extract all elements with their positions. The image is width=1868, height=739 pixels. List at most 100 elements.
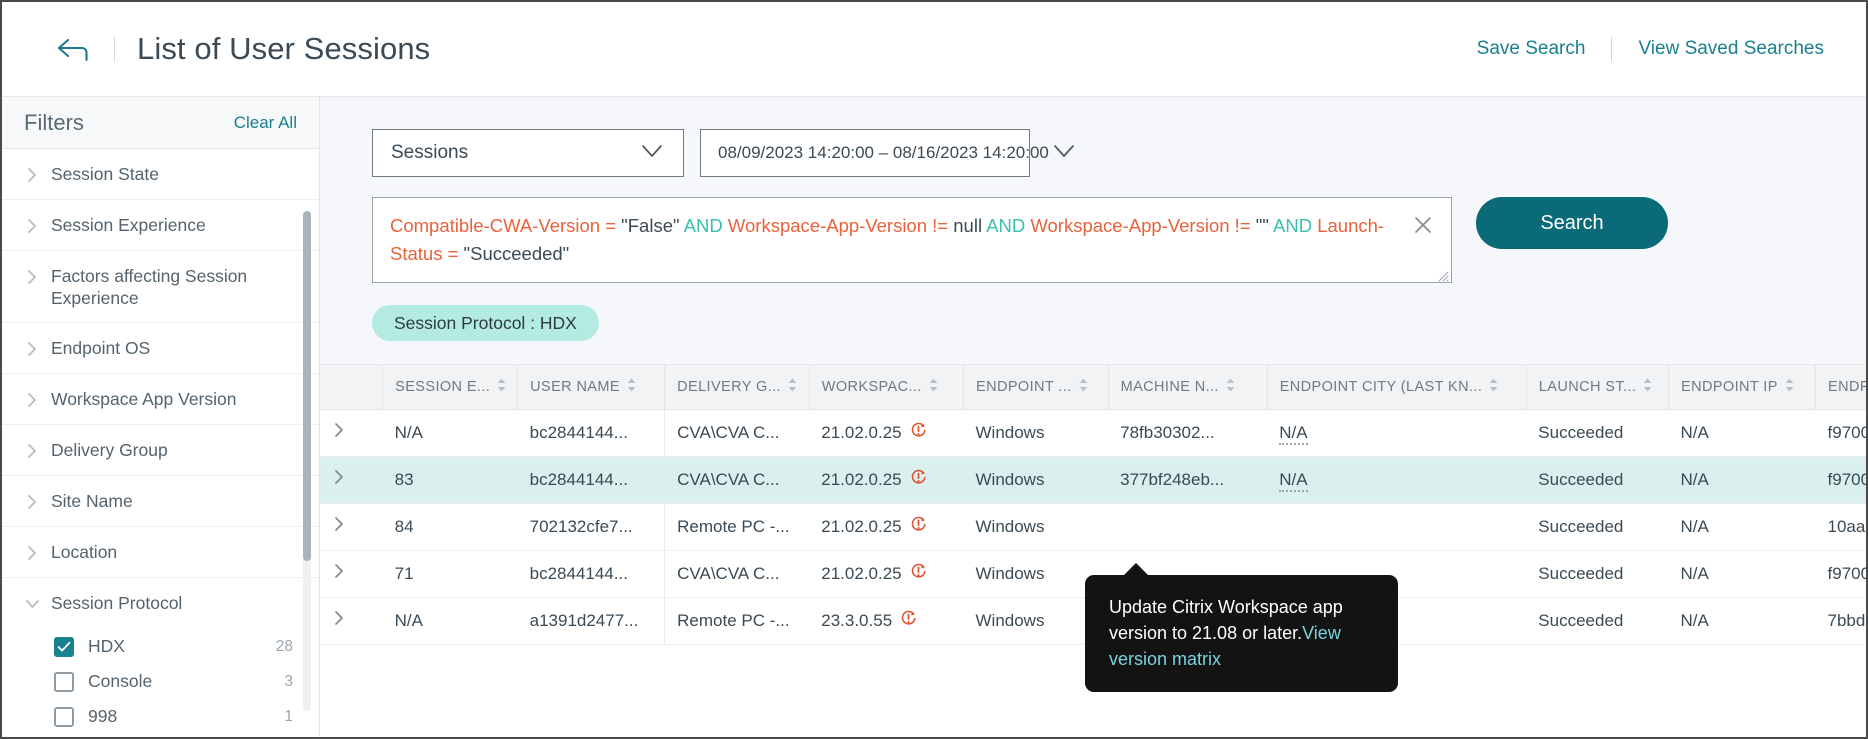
cell-launch-status: Succeeded bbox=[1526, 456, 1669, 504]
column-header-workspace-app-version[interactable]: WORKSPAC... bbox=[809, 365, 965, 410]
filter-option-count: 3 bbox=[284, 672, 293, 690]
entity-select[interactable]: Sessions bbox=[372, 129, 684, 177]
row-expand-cell[interactable] bbox=[320, 550, 383, 598]
column-header-endpoint-city[interactable]: ENDPOINT CITY (LAST KN... bbox=[1267, 365, 1527, 410]
filter-option-998[interactable]: 998 1 bbox=[2, 699, 319, 734]
column-header-select[interactable] bbox=[320, 365, 384, 410]
checkbox-icon[interactable] bbox=[54, 706, 74, 727]
row-expand-cell[interactable] bbox=[320, 597, 383, 645]
cell-machine-name[interactable] bbox=[1108, 503, 1268, 551]
search-query-input[interactable]: Compatible-CWA-Version = "False" AND Wor… bbox=[372, 197, 1452, 283]
column-header-label: LAUNCH ST... bbox=[1538, 378, 1637, 395]
sidebar-item-factors-affecting-session-experience[interactable]: Factors affecting Session Experience bbox=[2, 251, 319, 323]
workspace-app-version-value: 23.3.0.55 bbox=[821, 610, 893, 630]
column-header-endpoint-name[interactable]: ENDPOINT N... bbox=[1815, 365, 1866, 410]
sort-icon[interactable] bbox=[1225, 377, 1236, 397]
cell-endpoint-os: Windows bbox=[963, 456, 1109, 504]
chevron-right-icon bbox=[24, 542, 41, 564]
checkbox-checked-icon[interactable] bbox=[54, 636, 74, 657]
sidebar-item-location[interactable]: Location bbox=[2, 527, 319, 578]
sidebar-item-session-state[interactable]: Session State bbox=[2, 149, 319, 200]
table-row[interactable]: 84 702132cfe7... Remote PC -... 21.02.0.… bbox=[320, 503, 1866, 551]
sidebar-item-session-protocol[interactable]: Session Protocol bbox=[2, 578, 319, 629]
sidebar-item-delivery-group[interactable]: Delivery Group bbox=[2, 425, 319, 476]
sidebar-item-label: Workspace App Version bbox=[51, 389, 237, 409]
sort-icon[interactable] bbox=[496, 377, 507, 397]
workspace-app-version-value: 21.02.0.25 bbox=[821, 469, 902, 489]
filter-option-count: 1 bbox=[284, 707, 293, 725]
chevron-right-icon[interactable] bbox=[332, 611, 347, 631]
sidebar-item-site-name[interactable]: Site Name bbox=[2, 476, 319, 527]
column-header-session-e[interactable]: SESSION E... bbox=[382, 365, 519, 410]
sidebar-item-endpoint-os[interactable]: Endpoint OS bbox=[2, 323, 319, 374]
query-token: "False" bbox=[621, 215, 680, 236]
cell-machine-name[interactable]: 78fb30302... bbox=[1108, 409, 1268, 457]
filter-chip-session-protocol[interactable]: Session Protocol : HDX bbox=[372, 305, 599, 341]
sort-icon[interactable] bbox=[787, 377, 798, 397]
sidebar-item-workspace-app-version[interactable]: Workspace App Version bbox=[2, 374, 319, 425]
close-icon[interactable] bbox=[1413, 215, 1433, 235]
chevron-right-icon[interactable] bbox=[332, 517, 347, 537]
sort-icon[interactable] bbox=[1078, 377, 1089, 397]
column-header-label: WORKSPAC... bbox=[821, 378, 922, 395]
filter-option-console[interactable]: Console 3 bbox=[2, 664, 319, 699]
column-header-machine-name[interactable]: MACHINE N... bbox=[1108, 365, 1268, 410]
cell-session-e: 83 bbox=[382, 456, 518, 504]
sort-icon[interactable] bbox=[1642, 377, 1653, 397]
filter-option-hdx[interactable]: HDX 28 bbox=[2, 629, 319, 664]
column-header-label: SESSION E... bbox=[395, 378, 491, 395]
sidebar-item-session-experience[interactable]: Session Experience bbox=[2, 200, 319, 251]
sort-icon[interactable] bbox=[928, 377, 939, 397]
chevron-right-icon[interactable] bbox=[332, 564, 347, 584]
date-range-picker[interactable]: 08/09/2023 14:20:00 – 08/16/2023 14:20:0… bbox=[700, 129, 1074, 177]
checkbox-icon[interactable] bbox=[54, 671, 74, 692]
column-header-delivery-group[interactable]: DELIVERY G... bbox=[664, 365, 810, 410]
warning-icon[interactable] bbox=[899, 609, 918, 633]
sidebar-scrollbar-track[interactable] bbox=[303, 211, 311, 711]
cell-endpoint-ip: N/A bbox=[1668, 409, 1816, 457]
column-header-endpoint-ip[interactable]: ENDPOINT IP bbox=[1668, 365, 1817, 410]
warning-icon[interactable] bbox=[909, 421, 928, 445]
workspace-version-tooltip: Update Citrix Workspace app version to 2… bbox=[1085, 563, 1398, 692]
chevron-down-icon bbox=[24, 593, 41, 615]
table-row[interactable]: N/A bc2844144... CVA\CVA C... 21.02.0.25… bbox=[320, 409, 1866, 457]
cell-endpoint-ip: N/A bbox=[1668, 550, 1816, 598]
warning-icon[interactable] bbox=[909, 562, 928, 586]
cell-delivery-group: CVA\CVA C... bbox=[664, 456, 810, 504]
sort-icon[interactable] bbox=[1488, 377, 1499, 397]
chevron-right-icon bbox=[24, 440, 41, 462]
sidebar-item-label: Site Name bbox=[51, 491, 133, 511]
sort-icon[interactable] bbox=[1784, 377, 1795, 397]
application-window: List of User Sessions Save Search View S… bbox=[0, 0, 1868, 739]
chevron-right-icon[interactable] bbox=[332, 470, 347, 490]
sort-icon[interactable] bbox=[626, 377, 637, 397]
warning-icon[interactable] bbox=[909, 515, 928, 539]
search-button[interactable]: Search bbox=[1476, 197, 1668, 249]
sidebar-item-label: Delivery Group bbox=[51, 440, 168, 460]
column-header-launch-status[interactable]: LAUNCH ST... bbox=[1526, 365, 1670, 410]
page-body: Filters Clear All Session State Session … bbox=[2, 97, 1866, 737]
row-expand-cell[interactable] bbox=[320, 503, 383, 551]
column-header-endpoint-os[interactable]: ENDPOINT ... bbox=[963, 365, 1109, 410]
cell-machine-name[interactable]: 377bf248eb... bbox=[1108, 456, 1268, 504]
chevron-right-icon[interactable] bbox=[332, 423, 347, 443]
cell-launch-status: Succeeded bbox=[1526, 409, 1669, 457]
row-expand-cell[interactable] bbox=[320, 409, 383, 457]
query-token: "" bbox=[1255, 215, 1269, 236]
cell-endpoint-city bbox=[1267, 503, 1527, 551]
sidebar-scrollbar-thumb[interactable] bbox=[303, 211, 311, 561]
cell-workspace-app-version: 21.02.0.25 bbox=[809, 456, 964, 504]
warning-icon[interactable] bbox=[909, 468, 928, 492]
resize-handle[interactable] bbox=[1438, 269, 1449, 282]
save-search-link[interactable]: Save Search bbox=[1477, 38, 1586, 60]
clear-all-button[interactable]: Clear All bbox=[234, 113, 297, 133]
row-expand-cell[interactable] bbox=[320, 456, 383, 504]
entity-select-value: Sessions bbox=[391, 142, 469, 163]
column-header-user-name[interactable]: USER NAME bbox=[517, 365, 666, 410]
endpoint-city-value[interactable]: N/A bbox=[1279, 469, 1308, 492]
view-saved-searches-link[interactable]: View Saved Searches bbox=[1638, 38, 1824, 60]
back-arrow-icon[interactable] bbox=[50, 26, 96, 72]
cell-endpoint-ip: N/A bbox=[1668, 503, 1816, 551]
chevron-right-icon bbox=[24, 389, 41, 411]
table-row[interactable]: 83 bc2844144... CVA\CVA C... 21.02.0.25 … bbox=[320, 456, 1866, 504]
